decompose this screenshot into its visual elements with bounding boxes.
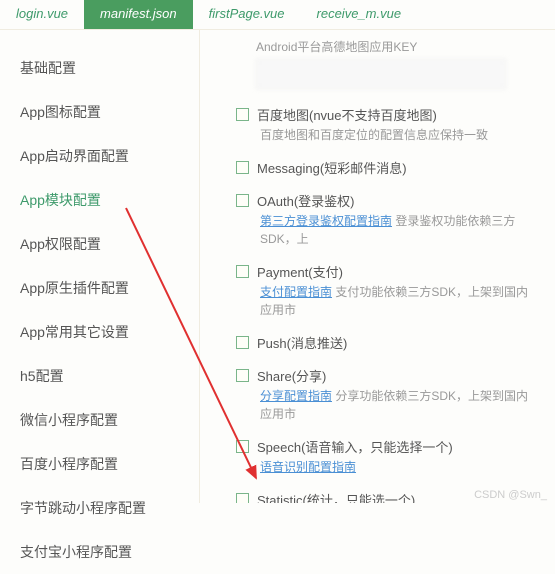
tab-1[interactable]: manifest.json xyxy=(84,0,193,29)
module-checkbox[interactable] xyxy=(236,265,249,278)
sidebar-item-5[interactable]: App原生插件配置 xyxy=(0,266,199,310)
sidebar-item-6[interactable]: App常用其它设置 xyxy=(0,310,199,354)
module-checkbox[interactable] xyxy=(236,440,249,453)
module-checkbox[interactable] xyxy=(236,336,249,349)
module-checkbox[interactable] xyxy=(236,161,249,174)
module-item: OAuth(登录鉴权) 第三方登录鉴权配置指南 登录鉴权功能依赖三方SDK，上 xyxy=(236,191,539,248)
module-label: Payment(支付) xyxy=(257,262,343,281)
tab-2[interactable]: firstPage.vue xyxy=(193,0,301,29)
module-desc: 语音识别配置指南 xyxy=(260,458,539,476)
module-label: Push(消息推送) xyxy=(257,333,347,352)
sidebar-item-3[interactable]: App模块配置 xyxy=(0,178,199,222)
sidebar-item-0[interactable]: 基础配置 xyxy=(0,46,199,90)
tab-0[interactable]: login.vue xyxy=(0,0,84,29)
key-input-blurred[interactable] xyxy=(256,59,506,89)
module-checkbox[interactable] xyxy=(236,108,249,121)
module-item: Payment(支付) 支付配置指南 支付功能依赖三方SDK，上架到国内应用市 xyxy=(236,262,539,319)
module-link[interactable]: 支付配置指南 xyxy=(260,285,332,299)
sidebar-item-8[interactable]: 微信小程序配置 xyxy=(0,398,199,442)
module-label: Share(分享) xyxy=(257,366,326,385)
module-item: Push(消息推送) xyxy=(236,333,539,352)
watermark: CSDN @Swn_ xyxy=(474,489,547,501)
module-item: Speech(语音输入，只能选择一个) 语音识别配置指南 xyxy=(236,437,539,476)
module-label: Messaging(短彩邮件消息) xyxy=(257,158,407,177)
section-header: Android平台高德地图应用KEY xyxy=(256,38,539,55)
module-desc: 百度地图和百度定位的配置信息应保持一致 xyxy=(260,126,539,144)
module-label: Statistic(统计，只能选一个) xyxy=(257,490,415,503)
module-checkbox[interactable] xyxy=(236,493,249,503)
sidebar-item-1[interactable]: App图标配置 xyxy=(0,90,199,134)
sidebar-item-11[interactable]: 支付宝小程序配置 xyxy=(0,530,199,574)
module-desc: 支付配置指南 支付功能依赖三方SDK，上架到国内应用市 xyxy=(260,283,539,319)
content-panel: Android平台高德地图应用KEY 百度地图(nvue不支持百度地图)百度地图… xyxy=(200,30,555,503)
module-link[interactable]: 分享配置指南 xyxy=(260,389,332,403)
main-area: 基础配置App图标配置App启动界面配置App模块配置App权限配置App原生插… xyxy=(0,30,555,503)
sidebar-item-2[interactable]: App启动界面配置 xyxy=(0,134,199,178)
module-checkbox[interactable] xyxy=(236,194,249,207)
sidebar-item-9[interactable]: 百度小程序配置 xyxy=(0,442,199,486)
module-item: Messaging(短彩邮件消息) xyxy=(236,158,539,177)
module-checkbox[interactable] xyxy=(236,369,249,382)
sidebar-item-4[interactable]: App权限配置 xyxy=(0,222,199,266)
module-label: 百度地图(nvue不支持百度地图) xyxy=(257,105,437,124)
module-desc: 分享配置指南 分享功能依赖三方SDK，上架到国内应用市 xyxy=(260,387,539,423)
sidebar-item-7[interactable]: h5配置 xyxy=(0,354,199,398)
config-sidebar: 基础配置App图标配置App启动界面配置App模块配置App权限配置App原生插… xyxy=(0,30,200,503)
module-item: Share(分享) 分享配置指南 分享功能依赖三方SDK，上架到国内应用市 xyxy=(236,366,539,423)
module-link[interactable]: 语音识别配置指南 xyxy=(260,460,356,474)
module-label: Speech(语音输入，只能选择一个) xyxy=(257,437,453,456)
sidebar-item-10[interactable]: 字节跳动小程序配置 xyxy=(0,486,199,530)
module-label: OAuth(登录鉴权) xyxy=(257,191,355,210)
editor-tabs: login.vuemanifest.jsonfirstPage.vuerecei… xyxy=(0,0,555,30)
tab-3[interactable]: receive_m.vue xyxy=(301,0,418,29)
module-link[interactable]: 第三方登录鉴权配置指南 xyxy=(260,214,392,228)
module-desc: 第三方登录鉴权配置指南 登录鉴权功能依赖三方SDK，上 xyxy=(260,212,539,248)
module-item: 百度地图(nvue不支持百度地图) 百度地图和百度定位的配置信息应保持一致 xyxy=(236,105,539,144)
